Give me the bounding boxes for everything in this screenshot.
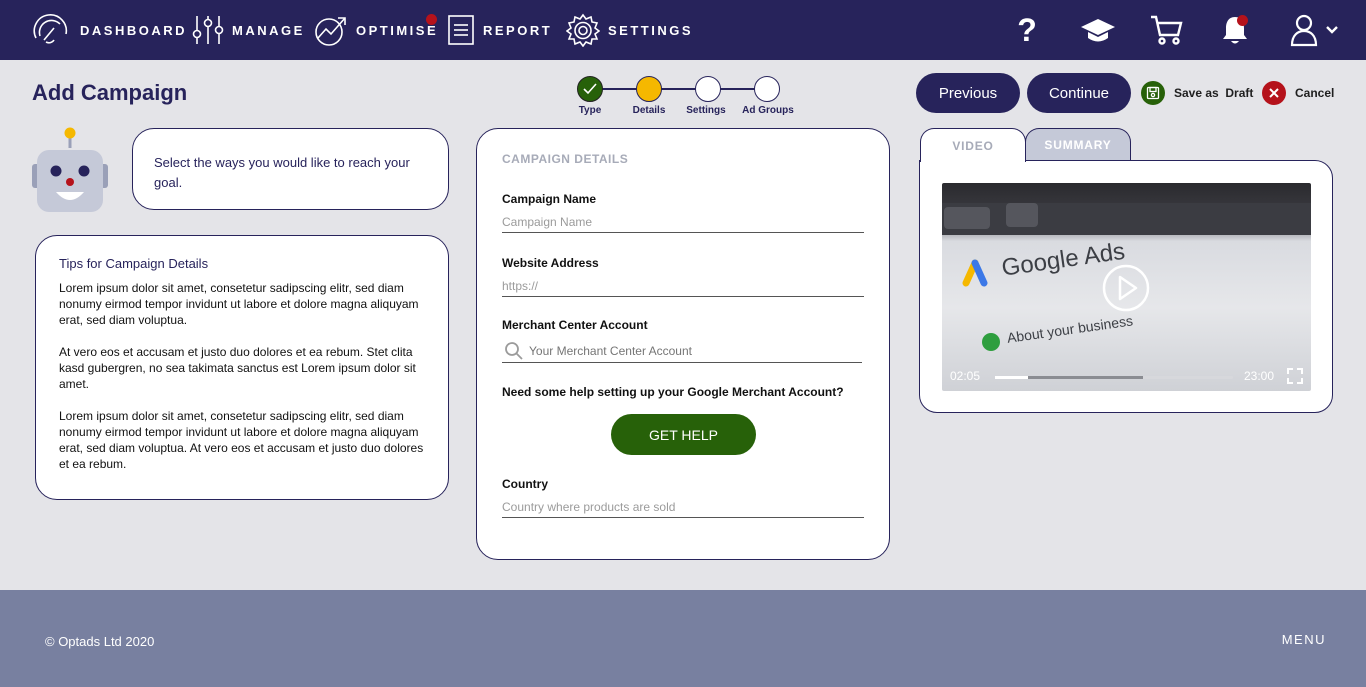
- tips-paragraph: At vero eos et accusam et justo duo dolo…: [59, 345, 416, 391]
- close-icon: [1262, 81, 1286, 105]
- video-frame-caption: About your business: [1006, 312, 1134, 346]
- country-input[interactable]: [502, 496, 864, 518]
- google-ads-logo-icon: [962, 259, 988, 287]
- cart-icon: [1151, 15, 1183, 45]
- help-icon: ?: [1017, 11, 1037, 48]
- website-address-input[interactable]: [502, 275, 864, 297]
- nav-manage[interactable]: MANAGE: [192, 0, 305, 60]
- play-icon[interactable]: [1102, 264, 1150, 312]
- nav-label-dashboard: DASHBOARD: [80, 22, 187, 38]
- campaign-name-input[interactable]: [502, 211, 864, 233]
- step-ad-groups[interactable]: [754, 76, 780, 102]
- user-menu[interactable]: [1284, 0, 1344, 60]
- search-icon: [505, 341, 523, 360]
- chevron-down-icon: [1326, 26, 1338, 34]
- notifications-alert-dot: [1237, 15, 1248, 26]
- document-icon: [448, 15, 474, 45]
- merchant-account-label: Merchant Center Account: [502, 318, 648, 332]
- notifications-button[interactable]: [1218, 0, 1252, 60]
- video-player[interactable]: Google Ads About your business 02:05 23:…: [942, 183, 1311, 391]
- page-title: Add Campaign: [32, 80, 188, 105]
- top-nav: DASHBOARD MANAGE OPTIMISE REPORT SETTING…: [0, 0, 1366, 60]
- learning-cap-icon: [1081, 19, 1115, 42]
- step-type-done[interactable]: [577, 76, 603, 102]
- campaign-name-label: Campaign Name: [502, 192, 597, 206]
- tab-video[interactable]: VIDEO: [920, 128, 1026, 162]
- country-label: Country: [502, 477, 548, 491]
- step-details-current[interactable]: [636, 76, 662, 102]
- form-section-title: CAMPAIGN DETAILS: [502, 152, 629, 166]
- stepper-line: [590, 88, 768, 90]
- optimise-alert-dot: [426, 14, 437, 25]
- step-settings[interactable]: [695, 76, 721, 102]
- step-label-settings: Settings: [686, 105, 726, 116]
- tips-card: Tips for Campaign Details Lorem ipsum do…: [35, 235, 449, 500]
- cancel-label: Cancel: [1295, 86, 1335, 100]
- nav-report[interactable]: REPORT: [447, 0, 552, 60]
- robot-assistant-icon: [32, 127, 108, 212]
- previous-button[interactable]: Previous: [916, 73, 1020, 113]
- nav-optimise[interactable]: OPTIMISE: [314, 0, 438, 60]
- copyright-text: © Optads Ltd 2020: [45, 634, 155, 649]
- gear-icon: [566, 13, 600, 47]
- nav-label-settings: SETTINGS: [608, 22, 694, 38]
- nav-label-manage: MANAGE: [232, 22, 305, 38]
- checkmark-icon: [583, 83, 597, 95]
- tips-paragraph: Lorem ipsum dolor sit amet, consetetur s…: [59, 281, 419, 327]
- nav-settings[interactable]: SETTINGS: [566, 0, 693, 60]
- assistant-bubble: Select the ways you would like to reach …: [132, 128, 449, 210]
- user-icon: [1290, 14, 1318, 47]
- video-progress-bar: [995, 376, 1029, 379]
- footer-menu-button[interactable]: MENU: [1282, 632, 1326, 647]
- merchant-help-question: Need some help setting up your Google Me…: [502, 385, 844, 399]
- nav-label-optimise: OPTIMISE: [356, 22, 439, 38]
- cancel-button[interactable]: Cancel: [1262, 80, 1334, 106]
- video-current-time: 02:05: [950, 369, 981, 383]
- video-total-time: 23:00: [1244, 369, 1275, 383]
- step-label-ad-groups: Ad Groups: [742, 105, 794, 116]
- gauge-icon: [33, 14, 68, 44]
- tips-title: Tips for Campaign Details: [59, 256, 209, 271]
- nav-dashboard[interactable]: DASHBOARD: [32, 0, 187, 60]
- merchant-account-input[interactable]: [529, 343, 849, 358]
- assistant-message: Select the ways you would like to reach …: [154, 155, 410, 190]
- video-frame-nav-buttons: [944, 207, 990, 229]
- nav-label-report: REPORT: [483, 22, 553, 38]
- video-frame-browser-bar: [942, 203, 1311, 235]
- campaign-details-form: CAMPAIGN DETAILS Campaign Name Website A…: [476, 128, 890, 560]
- video-frame-sidebar-button: [1006, 203, 1038, 227]
- tips-paragraph: Lorem ipsum dolor sit amet, consetetur s…: [59, 409, 424, 471]
- sliders-icon: [192, 16, 224, 44]
- video-progress-track[interactable]: [995, 376, 1233, 379]
- save-draft-label: Save as Draft: [1174, 86, 1254, 100]
- fullscreen-icon[interactable]: [1287, 368, 1303, 384]
- tab-summary[interactable]: SUMMARY: [1025, 128, 1131, 161]
- learning-button[interactable]: [1078, 0, 1118, 60]
- video-frame-check-icon: [982, 333, 1000, 351]
- progress-stepper: Type Details Settings Ad Groups: [570, 76, 800, 120]
- chart-arrow-icon: [315, 17, 346, 46]
- merchant-account-field[interactable]: [502, 339, 862, 363]
- get-help-button[interactable]: GET HELP: [611, 414, 756, 455]
- cart-button[interactable]: [1148, 0, 1186, 60]
- save-icon: [1141, 81, 1165, 105]
- continue-button[interactable]: Continue: [1027, 73, 1131, 113]
- save-draft-button[interactable]: Save as Draft: [1141, 80, 1253, 106]
- footer: © Optads Ltd 2020 MENU: [0, 590, 1366, 687]
- website-address-label: Website Address: [502, 256, 599, 270]
- help-button[interactable]: ?: [1012, 0, 1042, 60]
